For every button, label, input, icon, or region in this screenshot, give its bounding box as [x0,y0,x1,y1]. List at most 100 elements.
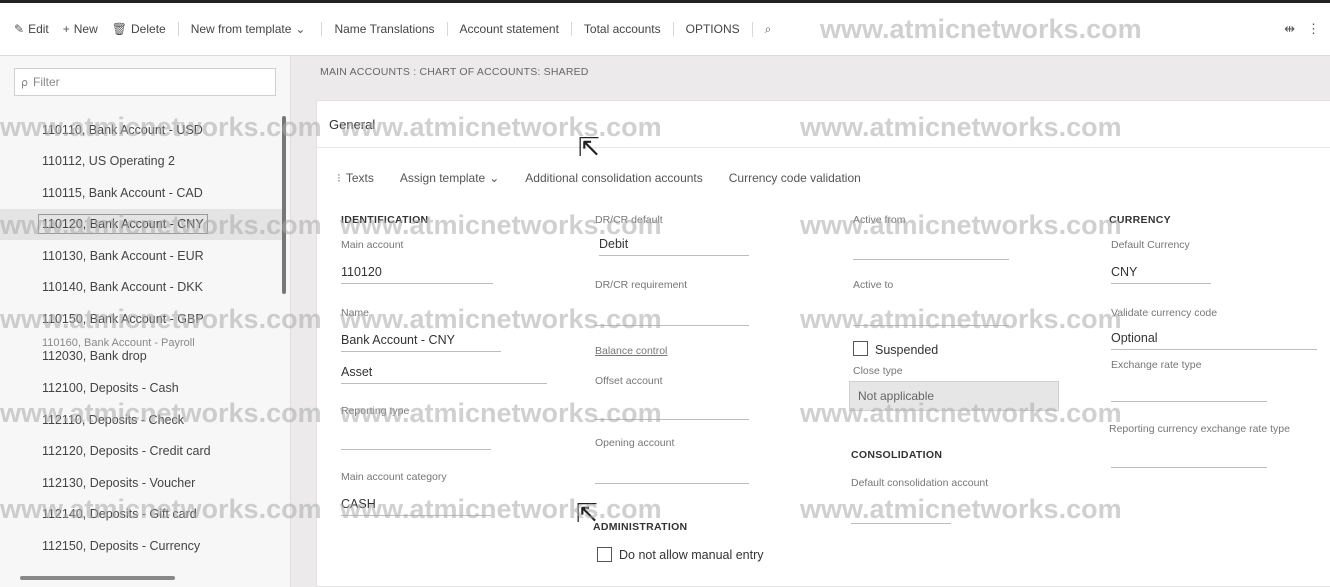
validate-currency-field[interactable]: Optional [1111,331,1317,350]
reporting-type-field[interactable] [341,449,491,450]
name-field[interactable]: Bank Account - CNY [341,333,501,352]
name-translations-label: Name Translations [334,22,435,36]
toolbar-right-icons: ⇹ ⋮ [1272,21,1320,37]
assign-template-label: Assign template [399,171,486,185]
consolidation-heading: CONSOLIDATION [851,449,943,461]
list-item-label: 112150, Deposits - Currency [42,538,201,553]
suspended-checkbox[interactable] [853,341,868,356]
list-item[interactable]: 110115, Bank Account - CAD [0,177,282,209]
active-from-field[interactable] [853,259,1009,260]
fasttab-toolbar: ⁝ Texts Assign template ⌄ Additional conso… [337,171,887,185]
list-item-label: 110115, Bank Account - CAD [42,185,203,200]
mouse-cursor-icon: ⇱ [576,498,598,528]
edit-label: Edit [28,22,49,36]
account-list: 110110, Bank Account - USD 110112, US Op… [0,114,282,562]
name-label: Name [341,307,370,319]
suspended-label: Suspended [875,343,939,357]
list-item[interactable]: 112110, Deposits - Check [0,404,282,436]
fasttab-title: General [329,117,376,132]
list-item[interactable]: 112130, Deposits - Voucher [0,467,282,499]
list-item[interactable]: 110112, US Operating 2 [0,146,282,178]
list-item[interactable]: 110110, Bank Account - USD [0,114,282,146]
texts-button[interactable]: ⁝ Texts [337,171,374,185]
options-label: OPTIONS [685,22,740,36]
manual-entry-checkbox[interactable] [597,547,612,562]
mouse-cursor-icon: ⇱ [578,132,600,162]
list-item-selected[interactable]: 110120, Bank Account - CNY [0,208,282,240]
filter-input[interactable]: ⍴ Filter [14,68,276,96]
action-toolbar: ✎ Edit + New 🗑 Delete New from template ⌄ Na… [0,3,1330,56]
trash-icon: 🗑 [111,22,128,36]
list-item[interactable]: 112140, Deposits - Gift card [0,499,282,531]
list-item-label: 112110, Deposits - Check [42,412,184,427]
exchange-rate-type-field[interactable] [1111,401,1267,402]
fasttab-header[interactable]: General [317,101,1330,148]
manual-entry-label: Do not allow manual entry [619,548,764,562]
offset-account-label: Offset account [595,375,663,387]
list-item[interactable]: 110160, Bank Account - Payroll [0,335,282,349]
texts-label: Texts [345,171,374,185]
list-item-label: 110160, Bank Account - Payroll [42,336,195,349]
new-button[interactable]: + New [63,22,98,36]
new-label: New [73,22,98,36]
default-consolidation-field[interactable] [851,523,951,524]
dr-cr-requirement-label: DR/CR requirement [595,279,688,291]
reporting-exchange-rate-label: Reporting currency exchange rate type [1109,423,1290,435]
total-accounts-label: Total accounts [583,22,661,36]
list-item-label: 110150, Bank Account - GBP [42,311,204,326]
default-currency-field[interactable]: CNY [1111,265,1211,284]
list-item[interactable]: 112120, Deposits - Credit card [0,436,282,468]
search-icon: ⌕ [764,21,772,36]
account-list-pane: ⍴ Filter 110110, Bank Account - USD 1101… [0,56,291,587]
total-accounts-button[interactable]: Total accounts [570,22,661,36]
opening-account-label: Opening account [595,437,675,449]
list-item-label: 112100, Deposits - Cash [42,381,179,396]
list-item-label: 112140, Deposits - Gift card [42,507,197,522]
name-translations-button[interactable]: Name Translations [321,22,435,36]
attach-icon[interactable]: ⇹ [1284,21,1295,36]
offset-account-field[interactable] [595,419,749,420]
main-account-category-field[interactable]: CASH [341,497,491,516]
more-icon[interactable]: ⋮ [1307,21,1320,36]
list-item[interactable]: 112030, Bank drop [0,349,282,373]
dr-cr-default-label: DR/CR default [595,214,663,226]
filter-placeholder: Filter [32,75,60,89]
list-item-label: 110112, US Operating 2 [42,154,175,169]
main-account-label: Main account [341,239,404,251]
options-button[interactable]: OPTIONS [672,22,740,36]
list-item[interactable]: 110130, Bank Account - EUR [0,240,282,272]
list-item-label: 112120, Deposits - Credit card [42,444,211,459]
edit-button[interactable]: ✎ Edit [14,22,49,36]
dr-cr-default-field[interactable]: Debit [599,237,749,256]
opening-account-field[interactable] [595,483,749,484]
additional-consolidation-label: Additional consolidation accounts [525,171,703,185]
new-from-template-label: New from template [190,22,292,36]
close-type-field[interactable]: Not applicable [849,381,1059,411]
account-statement-button[interactable]: Account statement [446,22,559,36]
new-from-template-button[interactable]: New from template ⌄ [177,22,310,36]
administration-heading: ADMINISTRATION [593,521,688,533]
list-item-label: 112030, Bank drop [42,348,147,363]
assign-template-button[interactable]: Assign template ⌄ [400,171,499,185]
texts-icon: ⁝ [337,171,341,185]
dr-cr-requirement-field[interactable] [595,325,749,326]
additional-consolidation-button[interactable]: Additional consolidation accounts [525,171,702,185]
plus-icon: + [62,22,70,36]
active-to-field[interactable] [853,325,1009,326]
reporting-exchange-rate-field[interactable] [1111,467,1267,468]
list-item[interactable]: 110150, Bank Account - GBP [0,303,282,335]
list-item[interactable]: 110140, Bank Account - DKK [0,272,282,304]
list-item[interactable]: 112150, Deposits - Currency [0,530,282,562]
horizontal-scrollbar[interactable] [20,576,175,580]
list-item[interactable]: 112100, Deposits - Cash [0,373,282,405]
close-type-label: Close type [853,365,903,377]
default-consolidation-label: Default consolidation account [851,477,989,489]
main-account-type-field[interactable]: Asset [341,365,547,384]
identification-heading: IDENTIFICATION [341,214,429,226]
chevron-down-icon: ⌄ [489,171,500,185]
main-account-field[interactable]: 110120 [341,265,493,284]
delete-button[interactable]: 🗑 Delete [112,22,166,36]
search-button[interactable]: ⌕ [751,21,776,37]
vertical-scrollbar[interactable] [282,116,286,294]
currency-validation-button[interactable]: Currency code validation [729,171,861,185]
